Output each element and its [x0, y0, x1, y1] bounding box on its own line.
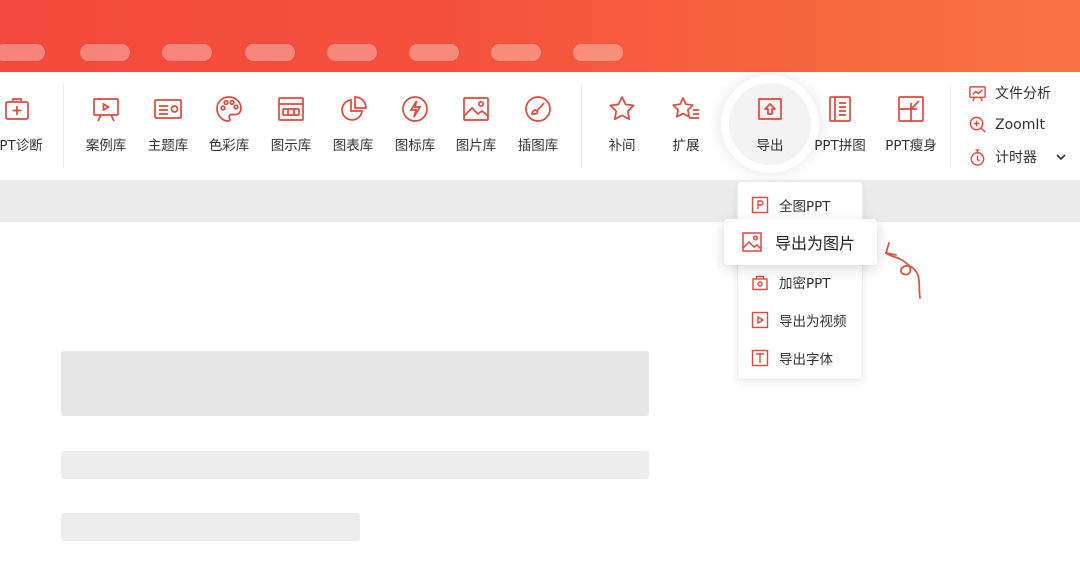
- ribbon-divider: [63, 84, 64, 168]
- tab-placeholder[interactable]: [409, 44, 459, 61]
- pointer-arrow-icon: [885, 242, 921, 299]
- ppt-diagnose-label: PPT诊断: [0, 138, 43, 154]
- ribbon-divider: [581, 84, 582, 168]
- file-analysis-button[interactable]: 文件分析: [968, 83, 1051, 103]
- secondary-toolbar: [0, 180, 1080, 222]
- zoom-in-icon: [969, 116, 986, 133]
- ppt-collage-label: PPT拼图: [814, 138, 866, 154]
- chevron-down-icon[interactable]: [1054, 150, 1068, 164]
- tab-placeholder[interactable]: [327, 44, 377, 61]
- lock-icon: [752, 275, 768, 291]
- tab-placeholder[interactable]: [245, 44, 295, 61]
- tab-placeholder[interactable]: [80, 44, 130, 61]
- title-bar: [0, 0, 1080, 72]
- slide-layout-icon: [154, 99, 182, 119]
- medkit-icon: [5, 98, 29, 120]
- tab-placeholder[interactable]: [491, 44, 541, 61]
- case-library-button[interactable]: 案例库: [75, 92, 137, 160]
- export-label: 导出: [756, 138, 784, 154]
- brush-icon: [525, 96, 551, 122]
- menu-item-label: 导出为视频: [779, 314, 847, 330]
- menu-item-encrypt-ppt[interactable]: 加密PPT: [751, 272, 831, 292]
- pie-chart-icon: [341, 96, 367, 121]
- star-icon: [609, 96, 635, 121]
- image-icon: [463, 97, 489, 121]
- zoomit-label: ZoomIt: [995, 116, 1045, 133]
- menu-item-label: 全图PPT: [779, 199, 831, 215]
- content-placeholder-block: [61, 351, 649, 416]
- supplement-label: 补间: [608, 138, 636, 154]
- timer-label: 计时器: [995, 150, 1037, 166]
- menu-item-full-image-ppt[interactable]: 全图PPT: [751, 195, 831, 215]
- chart-library-label: 图表库: [332, 138, 374, 154]
- ppt-collage-button[interactable]: PPT拼图: [809, 92, 871, 160]
- menu-item-label: 导出为图片: [775, 234, 856, 253]
- supplement-button[interactable]: 补间: [591, 92, 653, 160]
- file-analysis-label: 文件分析: [995, 86, 1051, 102]
- ppt-slim-label: PPT瘦身: [885, 138, 937, 154]
- diagram-library-button[interactable]: 图示库: [260, 92, 322, 160]
- illustration-library-label: 插图库: [517, 138, 559, 154]
- illustration-library-button[interactable]: 插图库: [507, 92, 569, 160]
- timer-button[interactable]: 计时器: [968, 147, 1037, 167]
- video-icon: [751, 311, 769, 329]
- zoomit-button[interactable]: ZoomIt: [968, 115, 1045, 134]
- tab-placeholder[interactable]: [0, 44, 45, 61]
- menu-item-export-as-video[interactable]: 导出为视频: [751, 310, 847, 330]
- theme-library-button[interactable]: 主题库: [137, 92, 199, 160]
- star-lines-icon: [672, 97, 699, 119]
- extend-label: 扩展: [672, 138, 700, 154]
- picture-library-button[interactable]: 图片库: [445, 92, 507, 160]
- diagram-library-label: 图示库: [270, 138, 312, 154]
- image-icon: [742, 232, 762, 252]
- theme-library-label: 主题库: [147, 138, 189, 154]
- font-icon: [751, 349, 769, 367]
- menu-item-export-as-image[interactable]: 导出为图片: [741, 230, 855, 254]
- ribbon-divider: [950, 84, 951, 168]
- ppt-diagnose-button[interactable]: PPT诊断: [0, 92, 48, 160]
- presentation-board-icon: [93, 98, 119, 122]
- export-icon: [758, 98, 782, 120]
- ppt-slim-button[interactable]: PPT瘦身: [880, 92, 942, 160]
- analysis-board-icon: [969, 85, 986, 101]
- export-button[interactable]: 导出: [739, 92, 801, 160]
- stopwatch-icon: [970, 148, 985, 166]
- menu-item-label: 加密PPT: [779, 276, 831, 292]
- extend-button[interactable]: 扩展: [655, 92, 717, 160]
- diagram-frame-icon: [278, 97, 304, 121]
- menu-item-label: 导出字体: [779, 352, 833, 368]
- tab-placeholder[interactable]: [573, 44, 623, 61]
- lightning-icon: [402, 96, 428, 122]
- picture-library-label: 图片库: [455, 138, 497, 154]
- case-library-label: 案例库: [85, 138, 127, 154]
- ppt-file-icon: [751, 196, 769, 214]
- icon-library-button[interactable]: 图标库: [384, 92, 446, 160]
- content-placeholder-line: [61, 451, 649, 479]
- icon-library-label: 图标库: [394, 138, 436, 154]
- tab-placeholder[interactable]: [162, 44, 212, 61]
- color-library-button[interactable]: 色彩库: [198, 92, 260, 160]
- menu-item-export-font[interactable]: 导出字体: [751, 348, 833, 368]
- shrink-icon: [898, 96, 924, 122]
- color-library-label: 色彩库: [208, 138, 250, 154]
- palette-icon: [216, 96, 242, 122]
- content-placeholder-line: [61, 513, 360, 541]
- chart-library-button[interactable]: 图表库: [322, 92, 384, 160]
- document-icon: [829, 96, 851, 122]
